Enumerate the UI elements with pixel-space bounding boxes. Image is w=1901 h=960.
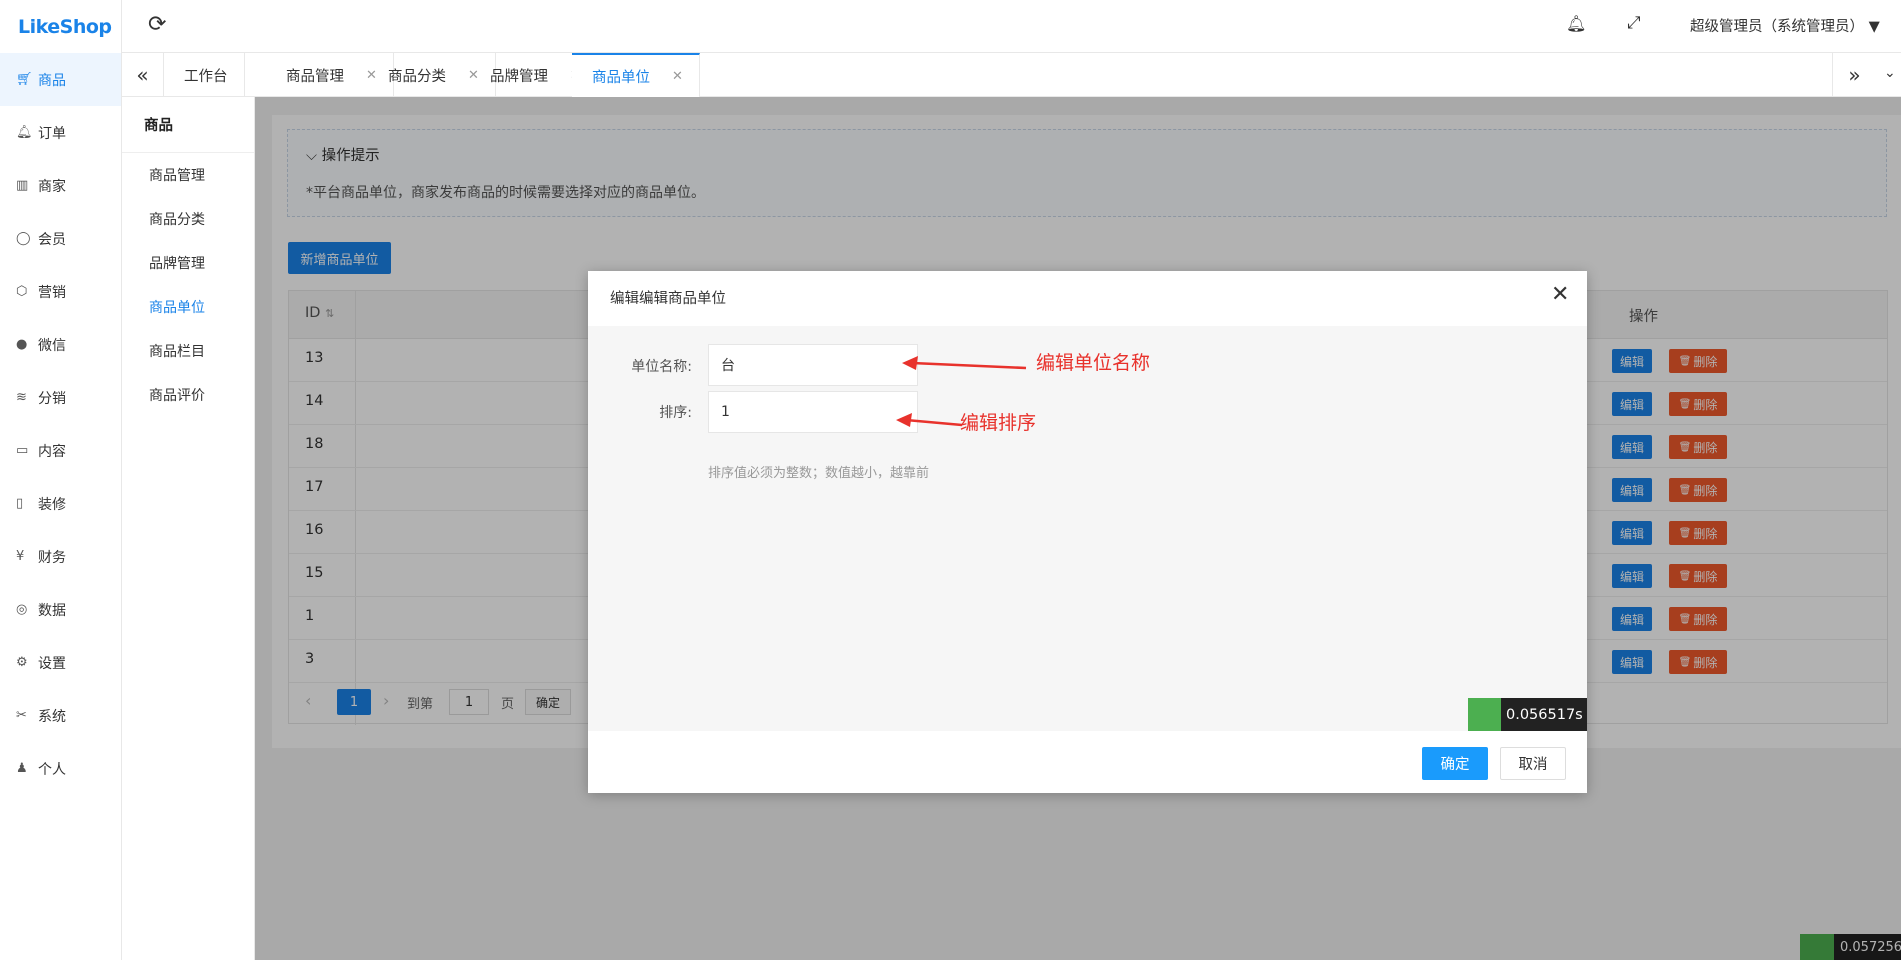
user-menu[interactable]: 超级管理员（系统管理员） ▼ (1690, 15, 1880, 36)
sidebar-item[interactable]: ⬡ 营销 (0, 265, 121, 318)
bell-icon: 🔔︎ (16, 125, 33, 140)
tools-icon: ✂ (16, 708, 27, 723)
gear-icon: ⚙ (16, 655, 28, 670)
sub-navigation: 商品 商品管理 商品分类 品牌管理 商品单位 商品栏目 商品评价 (122, 97, 255, 960)
sort-hint: 排序值必须为整数；数值越小，越靠前 (708, 466, 930, 481)
sidebar-item-label: 数据 (38, 602, 66, 619)
subnav-item[interactable]: 商品分类 (122, 197, 254, 241)
sidebar-menu: 🛒︎ 商品 🔔︎ 订单 ▥ 商家 ◯ 会员 ⬡ 营销 ● 微信 ≋ 分销 ▭ 内容 ▯ 装修 ¥ 财务 ◎ 数据 ⚙ 设置 ✂ 系… (0, 53, 121, 795)
sidebar-item[interactable]: ◎ 数据 (0, 583, 121, 636)
fullscreen-icon[interactable]: ⤢ (1627, 13, 1641, 33)
tabs-menu-chevron-icon[interactable]: ⌄ (1884, 65, 1896, 81)
wechat-icon: ● (16, 337, 28, 352)
sidebar-item[interactable]: ⚙ 设置 (0, 636, 121, 689)
sidebar-item-label: 个人 (38, 761, 66, 778)
sidebar-item-label: 微信 (38, 337, 66, 354)
sidebar-item-label: 营销 (38, 284, 66, 301)
annotation-arrow-sort (896, 413, 963, 427)
sidebar-item[interactable]: 🛒︎ 商品 (0, 53, 121, 106)
subnav-item[interactable]: 品牌管理 (122, 241, 254, 285)
tab-label: 商品分类 (388, 68, 446, 85)
unit-name-label: 单位名称: (631, 359, 692, 375)
sidebar-item[interactable]: ¥ 财务 (0, 530, 121, 583)
bell-icon[interactable]: 🔔︎ (1566, 14, 1586, 33)
subnav-item[interactable]: 商品管理 (122, 153, 254, 197)
close-icon[interactable]: ✕ (1551, 282, 1569, 307)
tab-label: 品牌管理 (490, 68, 548, 85)
subnav-item[interactable]: 商品单位 (122, 285, 254, 329)
perf-badge-dialog: 0.056517s (1468, 698, 1587, 731)
perf-logo-icon (1468, 698, 1501, 731)
confirm-button[interactable]: 确定 (1422, 747, 1488, 780)
sidebar-item[interactable]: ♟ 个人 (0, 742, 121, 795)
dialog-title: 编辑编辑商品单位 (610, 291, 726, 307)
annotation-name: 编辑单位名称 (1036, 352, 1151, 374)
close-icon[interactable]: ✕ (672, 69, 683, 84)
sidebar-item-label: 设置 (38, 655, 66, 672)
sidebar-item-label: 财务 (38, 549, 66, 566)
tab-label: 工作台 (184, 68, 228, 85)
perf-time: 0.056517s (1506, 706, 1583, 723)
sidebar-item-label: 装修 (38, 496, 66, 513)
sidebar-item[interactable]: ≋ 分销 (0, 371, 121, 424)
tab-label: 商品单位 (592, 69, 650, 86)
edit-unit-dialog: 编辑编辑商品单位 ✕ 单位名称: 台 排序: 1 排序值必须为整数；数值越小，越… (588, 271, 1587, 793)
sidebar-item-label: 商品 (38, 72, 66, 89)
sort-input[interactable]: 1 (708, 391, 918, 433)
tab[interactable]: 商品单位 ✕ (572, 53, 700, 97)
layers-icon: ≋ (16, 390, 27, 405)
person-icon: ♟ (16, 761, 28, 776)
left-sidebar: LikeShop 🛒︎ 商品 🔔︎ 订单 ▥ 商家 ◯ 会员 ⬡ 营销 ● 微信 ≋ 分销 ▭ 内容 ▯ 装修 ¥ 财… (0, 0, 122, 960)
dialog-body: 单位名称: 台 排序: 1 排序值必须为整数；数值越小，越靠前 编辑单位名称 编… (588, 326, 1587, 731)
tab[interactable]: 工作台 (164, 53, 245, 97)
sidebar-item-label: 商家 (38, 178, 66, 195)
sidebar-item[interactable]: ▭ 内容 (0, 424, 121, 477)
sidebar-item[interactable]: ◯ 会员 (0, 212, 121, 265)
globe-icon: ◎ (16, 602, 28, 617)
store-icon: ▥ (16, 178, 29, 193)
unit-name-input[interactable]: 台 (708, 344, 918, 386)
user-name: 超级管理员（系统管理员） (1690, 19, 1864, 35)
caret-down-icon: ▼ (1868, 19, 1880, 35)
subnav-title: 商品 (122, 97, 254, 153)
refresh-icon[interactable]: ⟳ (148, 12, 166, 37)
tabs-bar: « 工作台商品管理✕商品分类✕品牌管理✕商品单位✕ » ⌄ (122, 53, 1901, 97)
sidebar-item[interactable]: ▯ 装修 (0, 477, 121, 530)
annotation-sort: 编辑排序 (960, 412, 1037, 434)
box-icon: ⬡ (16, 284, 28, 299)
tabs-scroll-right-icon[interactable]: » (1832, 53, 1876, 97)
tablet-icon: ▯ (16, 496, 24, 511)
cart-icon: 🛒︎ (16, 72, 33, 87)
tabs-scroll-left-icon[interactable]: « (122, 53, 164, 97)
subnav-item[interactable]: 商品栏目 (122, 329, 254, 373)
top-header: ⟳ 🔔︎ ⤢ 超级管理员（系统管理员） ▼ (122, 0, 1901, 53)
sidebar-item[interactable]: ✂ 系统 (0, 689, 121, 742)
subnav-item[interactable]: 商品评价 (122, 373, 254, 417)
annotation-arrow-name (902, 356, 1027, 370)
sidebar-item-label: 分销 (38, 390, 66, 407)
logo: LikeShop (18, 15, 112, 38)
sidebar-item-label: 系统 (38, 708, 66, 725)
sidebar-item-label: 订单 (38, 125, 66, 142)
sort-label: 排序: (659, 405, 692, 421)
book-icon: ▭ (16, 443, 29, 458)
sidebar-item[interactable]: ● 微信 (0, 318, 121, 371)
subnav-list: 商品管理 商品分类 品牌管理 商品单位 商品栏目 商品评价 (122, 153, 254, 417)
user-icon: ◯ (16, 231, 31, 246)
sidebar-item-label: 内容 (38, 443, 66, 460)
cancel-button[interactable]: 取消 (1500, 747, 1566, 780)
sidebar-item[interactable]: ▥ 商家 (0, 159, 121, 212)
yen-icon: ¥ (16, 549, 25, 564)
tab-label: 商品管理 (286, 68, 344, 85)
sidebar-item-label: 会员 (38, 231, 66, 248)
sidebar-item[interactable]: 🔔︎ 订单 (0, 106, 121, 159)
